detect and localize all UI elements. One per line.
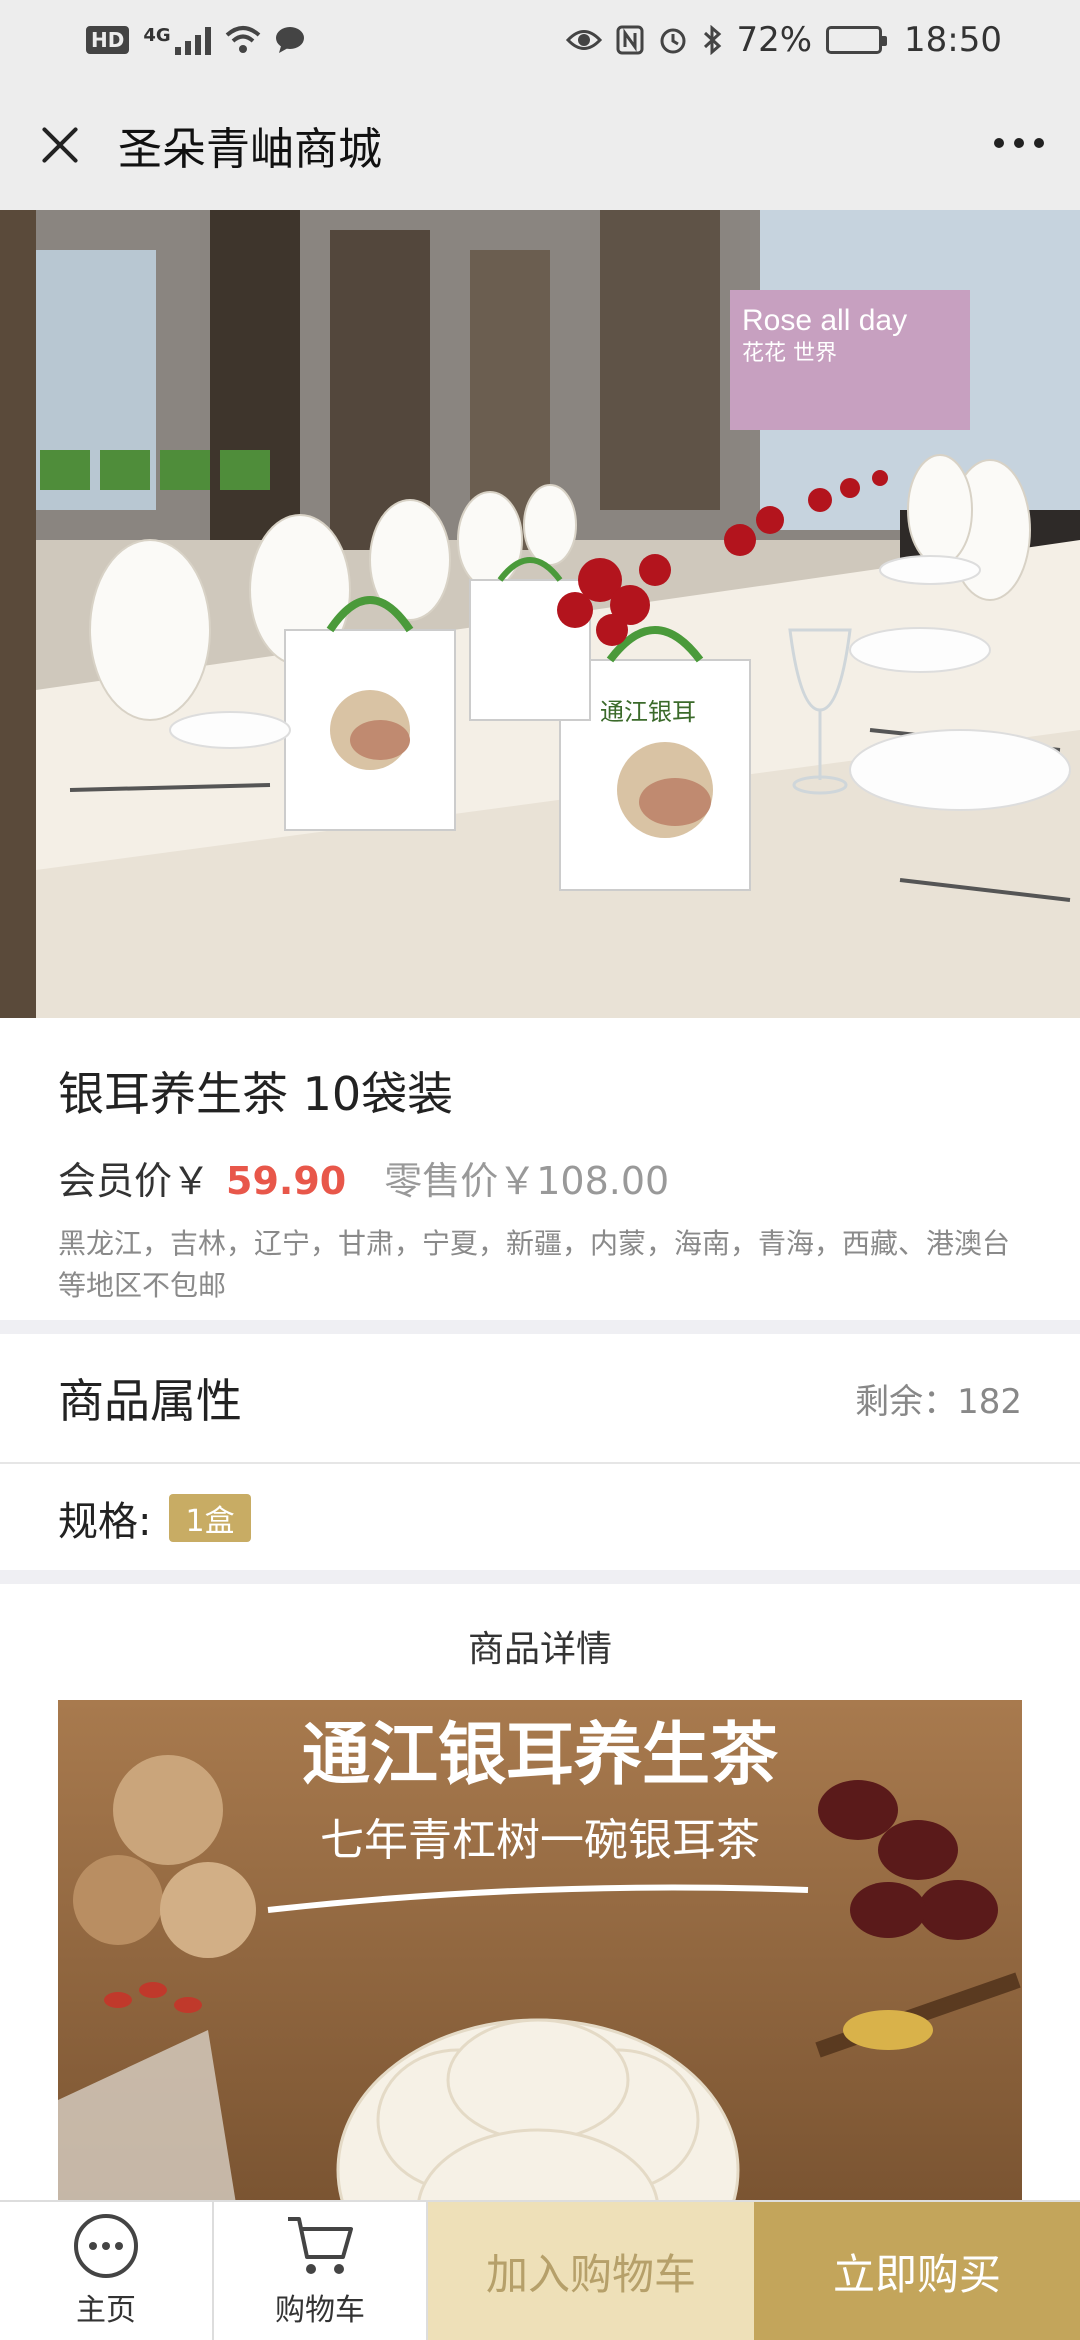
buy-now-button[interactable]: 立即购买	[754, 2202, 1080, 2340]
cart-tab-label: 购物车	[275, 2293, 365, 2328]
price-row: 会员价￥ 59.90 零售价￥108.00	[58, 1150, 1022, 1205]
wifi-icon	[225, 26, 260, 53]
nav-bar: 圣朵青岫商城	[0, 80, 1080, 210]
spec-option-button[interactable]: 1盒	[169, 1494, 251, 1542]
product-hero-image[interactable]: Rose all day 花花 世界 通江银耳	[0, 210, 1080, 1018]
details-title: 商品详情	[467, 1629, 612, 1670]
member-price-label: 会员价￥	[58, 1159, 211, 1203]
network-type: 4G	[143, 25, 171, 46]
shopping-cart-icon	[288, 2217, 353, 2274]
status-right: 72% 18:50	[566, 20, 1002, 60]
more-menu-icon[interactable]	[994, 138, 1044, 148]
status-left: HD 4G	[86, 25, 305, 55]
home-chat-icon	[74, 2214, 138, 2278]
clock: 18:50	[904, 20, 1002, 60]
section-divider	[0, 1570, 1080, 1584]
home-tab[interactable]: 主页	[0, 2202, 214, 2340]
stock-count: 剩余：182	[855, 1381, 1022, 1422]
nfc-icon	[616, 25, 644, 55]
message-icon	[275, 27, 304, 53]
attributes-header: 商品属性 剩余：182	[0, 1334, 1080, 1464]
retail-price: 零售价￥108.00	[384, 1159, 670, 1203]
spec-row: 规格: 1盒	[0, 1466, 1080, 1570]
battery-icon	[826, 26, 888, 54]
status-bar: HD 4G 72% 18:50	[0, 0, 1080, 80]
add-to-cart-button[interactable]: 加入购物车	[428, 2202, 754, 2340]
banner-title: 通江银耳养生茶	[302, 1716, 779, 1795]
section-divider	[0, 1320, 1080, 1334]
signal-icon	[174, 25, 211, 55]
attributes-title: 商品属性	[58, 1374, 242, 1428]
gift-bag-1	[284, 596, 456, 831]
battery-percent: 72%	[736, 20, 813, 60]
gift-bag-3	[469, 557, 591, 721]
product-title: 银耳养生茶 10袋装	[58, 1067, 454, 1121]
spec-label: 规格:	[58, 1499, 152, 1545]
banquet-photo: Rose all day 花花 世界 通江银耳	[0, 210, 1080, 1018]
hd-badge: HD	[86, 26, 130, 54]
member-price: 59.90	[226, 1159, 347, 1203]
product-info: 银耳养生茶 10袋装 会员价￥ 59.90 零售价￥108.00 黑龙江，吉林，…	[0, 1018, 1080, 1320]
banner-text-2: 花花 世界	[742, 341, 837, 366]
bag-text: 通江银耳	[600, 698, 696, 726]
home-tab-label: 主页	[76, 2293, 136, 2328]
eye-icon	[566, 30, 603, 50]
bluetooth-icon	[704, 25, 722, 55]
page-title: 圣朵青岫商城	[118, 124, 382, 175]
cart-tab[interactable]: 购物车	[214, 2202, 428, 2340]
banner-text-1: Rose all day	[742, 304, 907, 337]
bottom-action-bar: 主页 购物车 加入购物车 立即购买	[0, 2200, 1080, 2340]
close-icon[interactable]	[32, 117, 88, 173]
shipping-note: 黑龙江，吉林，辽宁，甘肃，宁夏，新疆，内蒙，海南，青海，西藏、港澳台等地区不包邮	[58, 1227, 1011, 1302]
banner-subtitle: 七年青杠树一碗银耳茶	[320, 1815, 760, 1866]
alarm-icon	[660, 28, 686, 54]
